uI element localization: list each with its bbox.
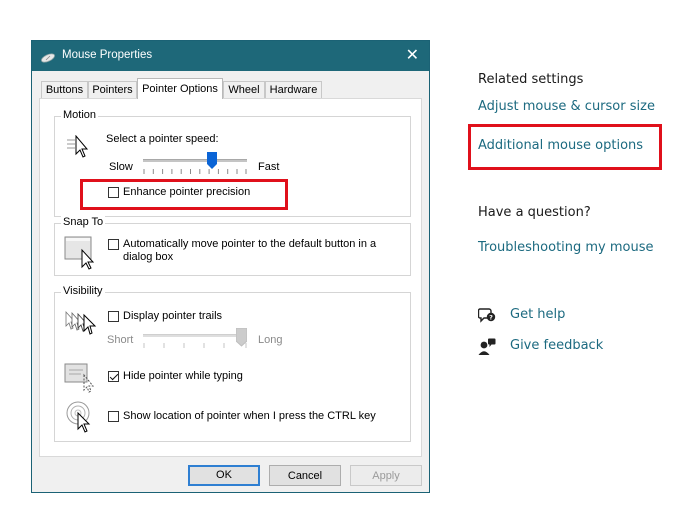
- trails-slider-ticks: [143, 343, 247, 348]
- slider-thumb[interactable]: [207, 152, 217, 170]
- pointer-trails-icon: [64, 309, 98, 341]
- tab-wheel[interactable]: Wheel: [223, 81, 265, 98]
- get-help-icon: ?: [477, 307, 496, 328]
- snap-to-group: Snap To Automatically move pointer to th…: [54, 216, 411, 276]
- get-help-link[interactable]: Get help: [510, 307, 565, 322]
- hide-pointer-label: Hide pointer while typing: [123, 370, 243, 382]
- ctrl-location-icon: [66, 401, 96, 437]
- question-heading: Have a question?: [478, 205, 591, 220]
- pointer-trails-checkbox[interactable]: [108, 311, 119, 322]
- hide-pointer-checkbox[interactable]: [108, 371, 119, 382]
- pointer-trails-slider[interactable]: [143, 328, 247, 355]
- mouse-icon: [40, 49, 56, 68]
- slow-label: Slow: [109, 161, 133, 173]
- give-feedback-link[interactable]: Give feedback: [510, 338, 603, 353]
- give-feedback-icon: [478, 338, 496, 360]
- tab-pointers[interactable]: Pointers: [88, 81, 137, 98]
- troubleshooting-link[interactable]: Troubleshooting my mouse: [478, 240, 654, 255]
- short-label: Short: [107, 334, 134, 346]
- visibility-label: Visibility: [61, 285, 105, 297]
- visibility-group: Visibility Display pointer trails Short …: [54, 285, 411, 442]
- hide-pointer-icon: [64, 363, 98, 397]
- trails-slider-thumb[interactable]: [236, 328, 247, 347]
- pointer-speed-slider[interactable]: [143, 152, 247, 180]
- snap-to-option-line1: Automatically move pointer to the defaul…: [123, 238, 377, 250]
- apply-button[interactable]: Apply: [350, 465, 422, 486]
- ok-button[interactable]: OK: [188, 465, 260, 486]
- window-title: Mouse Properties: [62, 49, 153, 61]
- snap-to-label: Snap To: [61, 216, 106, 228]
- ctrl-location-label: Show location of pointer when I press th…: [123, 410, 376, 422]
- pointer-speed-icon: [66, 134, 94, 165]
- tab-buttons[interactable]: Buttons: [41, 81, 88, 98]
- pointer-trails-label: Display pointer trails: [123, 310, 223, 322]
- mouse-properties-dialog: Mouse Properties ✕ Buttons Pointers Poin…: [31, 40, 430, 493]
- adjust-mouse-cursor-link[interactable]: Adjust mouse & cursor size: [478, 99, 655, 114]
- speed-label: Select a pointer speed:: [106, 133, 219, 145]
- cancel-button[interactable]: Cancel: [269, 465, 341, 486]
- snap-to-checkbox[interactable]: [108, 239, 119, 250]
- close-icon[interactable]: ✕: [406, 46, 419, 64]
- trails-slider-track: [143, 334, 247, 337]
- svg-text:?: ?: [489, 313, 493, 321]
- related-settings-heading: Related settings: [478, 72, 584, 87]
- slider-track: [143, 159, 247, 162]
- fast-label: Fast: [258, 161, 280, 173]
- long-label: Long: [258, 334, 283, 346]
- ctrl-location-checkbox[interactable]: [108, 411, 119, 422]
- pointer-options-panel: Motion Select a pointer speed: Slow Fast: [39, 98, 422, 457]
- snap-to-icon: [64, 236, 98, 274]
- slider-ticks: [143, 169, 247, 174]
- tab-hardware[interactable]: Hardware: [265, 81, 322, 98]
- additional-options-highlight: [468, 124, 662, 170]
- title-bar[interactable]: Mouse Properties ✕: [32, 41, 429, 71]
- tab-pointer-options[interactable]: Pointer Options: [137, 78, 223, 99]
- snap-to-option-line2: dialog box: [123, 251, 174, 263]
- enhance-precision-highlight: [80, 179, 288, 210]
- motion-label: Motion: [61, 109, 99, 121]
